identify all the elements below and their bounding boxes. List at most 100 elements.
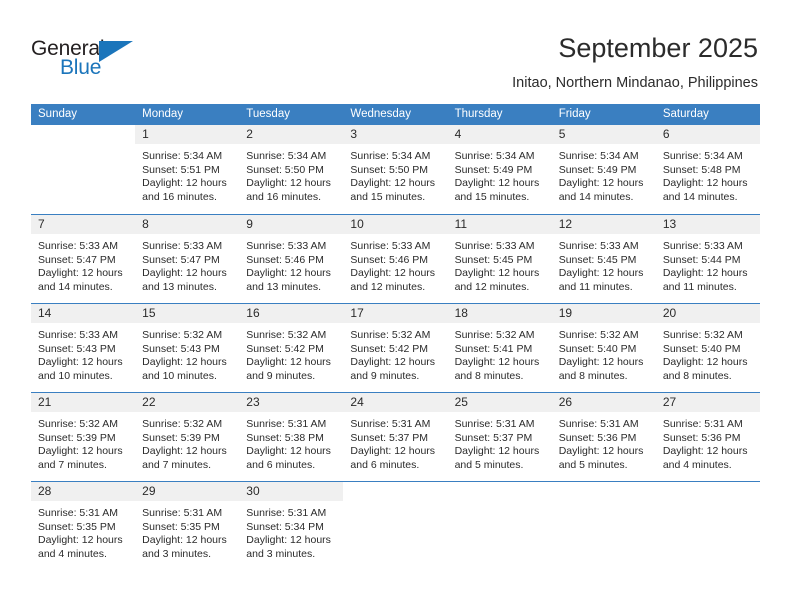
calendar-grid: Sunday Monday Tuesday Wednesday Thursday Frid… [31, 104, 760, 570]
day-detail-line: Daylight: 12 hours [246, 267, 331, 280]
day-number: 8 [142, 217, 149, 231]
day-number: 6 [662, 127, 670, 141]
calendar-cell-empty [551, 482, 656, 570]
calendar-day-cell[interactable]: 26 Sunrise: 5:31 AM Sunset: 5:36 PM Dayligh… [551, 393, 656, 481]
day-number: 24 [350, 395, 364, 409]
day-number: 4 [454, 127, 462, 141]
day-detail-line: and 11 minutes. [558, 280, 633, 293]
calendar-day-cell[interactable]: 9 Sunrise: 5:33 AM Sunset: 5:46 PM Daylight… [239, 215, 344, 303]
day-detail-line: Sunset: 5:38 PM [246, 431, 324, 444]
day-number: 15 [142, 306, 156, 320]
day-detail-line: Sunset: 5:46 PM [350, 253, 429, 266]
day-details: Sunrise: 5:34 AM Sunset: 5:49 PM Daylight:… [448, 144, 552, 204]
day-detail-line: Sunrise: 5:33 AM [38, 240, 118, 252]
calendar-day-cell[interactable]: 17 Sunrise: 5:32 AM Sunset: 5:42 PM Dayligh… [343, 304, 448, 392]
day-number-band: 1 [135, 125, 240, 144]
day-detail-line: Sunset: 5:51 PM [142, 163, 220, 176]
day-detail-line: Daylight: 12 hours [662, 267, 748, 280]
day-detail-line: Sunset: 5:41 PM [454, 342, 533, 355]
calendar-cell-empty [31, 125, 136, 214]
calendar-day-cell[interactable]: 21 Sunrise: 5:32 AM Sunset: 5:39 PM Dayligh… [31, 393, 136, 481]
day-number: 9 [246, 217, 253, 231]
day-of-week-header: Sunday Monday Tuesday Wednesday Thursday Frid… [31, 104, 760, 125]
page-title: September 2025 [558, 33, 758, 63]
calendar-day-cell[interactable]: 16 Sunrise: 5:32 AM Sunset: 5:42 PM Dayligh… [239, 304, 344, 392]
day-detail-line: Daylight: 12 hours [454, 356, 540, 369]
calendar-day-cell[interactable]: 6 Sunrise: 5:34 AM Sunset: 5:48 PM Daylight… [655, 125, 760, 214]
calendar-day-cell[interactable]: 14 Sunrise: 5:33 AM Sunset: 5:43 PM Dayligh… [31, 304, 136, 392]
calendar-day-cell[interactable]: 27 Sunrise: 5:31 AM Sunset: 5:36 PM Dayligh… [655, 393, 760, 481]
calendar-day-cell[interactable]: 20 Sunrise: 5:32 AM Sunset: 5:40 PM Dayligh… [655, 304, 760, 392]
day-detail-line: and 4 minutes. [38, 547, 107, 560]
day-number: 14 [38, 306, 52, 320]
day-detail-line: Daylight: 12 hours [142, 267, 227, 280]
day-number-band [447, 482, 552, 501]
day-detail-line: Sunrise: 5:32 AM [454, 329, 535, 341]
day-number-band: 29 [135, 482, 240, 501]
calendar-day-cell[interactable]: 24 Sunrise: 5:31 AM Sunset: 5:37 PM Dayligh… [343, 393, 448, 481]
calendar-day-cell[interactable]: 5 Sunrise: 5:34 AM Sunset: 5:49 PM Daylight… [551, 125, 656, 214]
day-details: Sunrise: 5:32 AM Sunset: 5:42 PM Daylight:… [343, 323, 447, 383]
day-number: 11 [454, 217, 468, 231]
day-detail-line: Daylight: 12 hours [454, 267, 540, 280]
calendar-day-cell[interactable]: 10 Sunrise: 5:33 AM Sunset: 5:46 PM Dayligh… [343, 215, 448, 303]
day-detail-line: Sunrise: 5:32 AM [350, 329, 431, 341]
day-number-band: 19 [551, 304, 656, 323]
day-of-week-thursday: Thursday [454, 108, 503, 120]
day-details: Sunrise: 5:34 AM Sunset: 5:48 PM Daylight:… [656, 144, 760, 204]
day-number: 1 [142, 127, 149, 141]
day-detail-line: Daylight: 12 hours [142, 534, 227, 547]
calendar-day-cell[interactable]: 2 Sunrise: 5:34 AM Sunset: 5:50 PM Daylight… [239, 125, 344, 214]
day-detail-line: Daylight: 12 hours [454, 445, 540, 458]
general-blue-logo[interactable]: General Blue [31, 37, 151, 83]
day-detail-line: Sunset: 5:43 PM [38, 342, 116, 355]
day-detail-line: Sunset: 5:42 PM [246, 342, 324, 355]
calendar-day-cell[interactable]: 4 Sunrise: 5:34 AM Sunset: 5:49 PM Daylight… [447, 125, 552, 214]
calendar-day-cell[interactable]: 13 Sunrise: 5:33 AM Sunset: 5:44 PM Dayligh… [655, 215, 760, 303]
day-number-band: 18 [447, 304, 552, 323]
day-detail-line: and 8 minutes. [454, 369, 524, 382]
calendar-day-cell[interactable]: 18 Sunrise: 5:32 AM Sunset: 5:41 PM Dayligh… [447, 304, 552, 392]
calendar-day-cell[interactable]: 29 Sunrise: 5:31 AM Sunset: 5:35 PM Dayligh… [135, 482, 240, 570]
calendar-week-row: 7 Sunrise: 5:33 AM Sunset: 5:47 PM Daylight… [31, 214, 760, 303]
day-detail-line: and 15 minutes. [454, 190, 530, 203]
day-detail-line: and 16 minutes. [246, 190, 321, 203]
calendar-day-cell[interactable]: 12 Sunrise: 5:33 AM Sunset: 5:45 PM Dayligh… [551, 215, 656, 303]
day-number: 29 [142, 484, 156, 498]
day-number-band: 10 [343, 215, 448, 234]
day-details: Sunrise: 5:33 AM Sunset: 5:45 PM Daylight:… [552, 234, 656, 294]
calendar-day-cell[interactable]: 19 Sunrise: 5:32 AM Sunset: 5:40 PM Dayligh… [551, 304, 656, 392]
day-details: Sunrise: 5:31 AM Sunset: 5:36 PM Daylight:… [656, 412, 760, 472]
calendar-week-row: 28 Sunrise: 5:31 AM Sunset: 5:35 PM Dayligh… [31, 481, 760, 570]
day-detail-line: and 4 minutes. [662, 458, 732, 471]
day-detail-line: and 13 minutes. [142, 280, 217, 293]
day-details: Sunrise: 5:32 AM Sunset: 5:41 PM Daylight:… [448, 323, 552, 383]
day-number: 25 [454, 395, 468, 409]
calendar-weeks: 1 Sunrise: 5:34 AM Sunset: 5:51 PM Daylight… [31, 125, 760, 570]
day-details: Sunrise: 5:32 AM Sunset: 5:43 PM Daylight:… [135, 323, 239, 383]
calendar-day-cell[interactable]: 1 Sunrise: 5:34 AM Sunset: 5:51 PM Daylight… [135, 125, 240, 214]
day-number: 7 [38, 217, 45, 231]
day-of-week-tuesday: Tuesday [246, 108, 290, 120]
calendar-cell-empty [447, 482, 552, 570]
calendar-day-cell[interactable]: 8 Sunrise: 5:33 AM Sunset: 5:47 PM Daylight… [135, 215, 240, 303]
day-number-band: 22 [135, 393, 240, 412]
day-details: Sunrise: 5:33 AM Sunset: 5:43 PM Daylight:… [31, 323, 135, 383]
calendar-day-cell[interactable]: 23 Sunrise: 5:31 AM Sunset: 5:38 PM Dayligh… [239, 393, 344, 481]
day-detail-line: Sunrise: 5:31 AM [246, 418, 327, 430]
calendar-day-cell[interactable]: 7 Sunrise: 5:33 AM Sunset: 5:47 PM Daylight… [31, 215, 136, 303]
calendar-day-cell[interactable]: 30 Sunrise: 5:31 AM Sunset: 5:34 PM Dayligh… [239, 482, 344, 570]
calendar-day-cell[interactable]: 25 Sunrise: 5:31 AM Sunset: 5:37 PM Dayligh… [447, 393, 552, 481]
triangle-icon [99, 41, 133, 62]
day-details: Sunrise: 5:34 AM Sunset: 5:51 PM Daylight:… [135, 144, 239, 204]
day-detail-line: Sunrise: 5:33 AM [246, 240, 327, 252]
calendar-day-cell[interactable]: 22 Sunrise: 5:32 AM Sunset: 5:39 PM Dayligh… [135, 393, 240, 481]
day-detail-line: and 3 minutes. [142, 547, 212, 560]
day-number-band: 14 [31, 304, 136, 323]
day-detail-line: and 13 minutes. [246, 280, 321, 293]
calendar-day-cell[interactable]: 3 Sunrise: 5:34 AM Sunset: 5:50 PM Daylight… [343, 125, 448, 214]
calendar-day-cell[interactable]: 28 Sunrise: 5:31 AM Sunset: 5:35 PM Dayligh… [31, 482, 136, 570]
day-detail-line: Sunrise: 5:31 AM [350, 418, 431, 430]
calendar-day-cell[interactable]: 15 Sunrise: 5:32 AM Sunset: 5:43 PM Dayligh… [135, 304, 240, 392]
calendar-day-cell[interactable]: 11 Sunrise: 5:33 AM Sunset: 5:45 PM Dayligh… [447, 215, 552, 303]
